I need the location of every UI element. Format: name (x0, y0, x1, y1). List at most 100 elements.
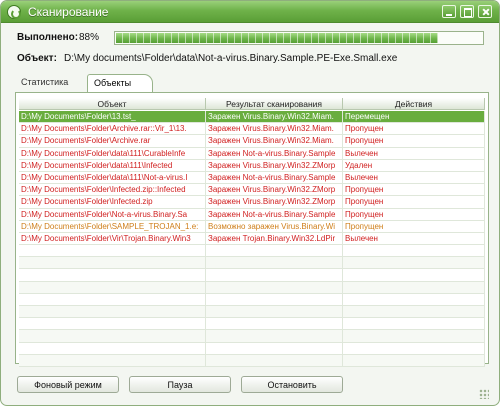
table-row[interactable]: D:\My Documents\Folder\data\111\Not-a-vi… (19, 171, 485, 185)
empty-cell (19, 257, 206, 269)
empty-cell (19, 281, 206, 293)
empty-cell (206, 306, 343, 318)
cell-result: Возможно заражен Virus.Binary.Wi (206, 220, 343, 232)
maximize-icon[interactable] (460, 5, 474, 18)
cell-action: Пропущен (343, 208, 485, 220)
empty-table-row (19, 306, 485, 319)
cell-action: Пропущен (343, 220, 485, 232)
cell-result: Заражен Not-a-virus.Binary.Sample (206, 208, 343, 220)
empty-cell (19, 342, 206, 354)
progress-value: 88% (79, 32, 100, 43)
column-header-object[interactable]: Объект (19, 98, 206, 109)
cell-action: Перемещен (343, 111, 485, 123)
column-header-action[interactable]: Действия (343, 98, 485, 109)
cell-object: D:\My Documents\Folder\data\111\Not-a-vi… (19, 171, 206, 184)
empty-cell (19, 269, 206, 281)
cell-action: Вылечен (343, 171, 485, 184)
cell-result: Заражен Virus.Binary.Win32.Miam. (206, 123, 343, 135)
cell-object: D:\My Documents\Folder\Not-a-virus.Binar… (19, 208, 206, 220)
cell-action: Пропущен (343, 196, 485, 208)
scan-window: Сканирование Выполнено: 88% Объект: D:\M… (0, 0, 500, 406)
app-logo-icon (7, 5, 21, 19)
table-row[interactable]: D:\My Documents\Folder\Archive.rar::Vir_… (19, 123, 485, 136)
cell-object: D:\My Documents\Folder\Archive.rar (19, 135, 206, 147)
cell-object: D:\My Documents\Folder\data\111\CurableI… (19, 147, 206, 159)
tab-statistics[interactable]: Статистика (15, 74, 85, 92)
empty-cell (19, 330, 206, 342)
empty-table-row (19, 269, 485, 282)
empty-cell (343, 318, 485, 330)
empty-cell (206, 293, 343, 305)
table-row[interactable]: D:\My Documents\Folder\Archive.rar Зараже… (19, 135, 485, 148)
table-body: D:\My Documents\Folder\13.tst_ Заражен Vi… (19, 111, 485, 367)
cell-object: D:\My Documents\Folder\data\111\Infected (19, 159, 206, 171)
empty-cell (206, 257, 343, 269)
cell-result: Заражен Virus.Binary.Win32.ZMorp (206, 196, 343, 208)
table-row[interactable]: D:\My Documents\Folder\Infected.zip::Inf… (19, 184, 485, 197)
empty-cell (343, 306, 485, 318)
empty-table-row (19, 318, 485, 331)
empty-cell (343, 293, 485, 305)
cell-object: D:\My Documents\Folder\Infected.zip (19, 196, 206, 208)
empty-table-row (19, 245, 485, 258)
cell-result: Заражен Not-a-virus.Binary.Sample (206, 147, 343, 159)
empty-table-row (19, 257, 485, 270)
cell-result: Заражен Virus.Binary.Win32.Miam. (206, 111, 343, 123)
current-object-path: D:\My documents\Folder\data\Not-a-virus.… (64, 53, 398, 64)
cell-object: D:\My Documents\Folder\Vir\Trojan.Binary… (19, 232, 206, 245)
empty-table-row (19, 354, 485, 367)
empty-cell (343, 281, 485, 293)
table-header: Объект Результат сканирования Действия (19, 98, 485, 110)
empty-cell (343, 257, 485, 269)
background-mode-button[interactable]: Фоновый режим (17, 376, 119, 393)
empty-cell (343, 245, 485, 257)
window-title: Сканирование (28, 5, 109, 19)
cell-object: D:\My Documents\Folder\SAMPLE_TROJAN_1.e… (19, 220, 206, 232)
cell-result: Заражен Not-a-virus.Binary.Sample (206, 171, 343, 184)
table-row[interactable]: D:\My Documents\Folder\data\111\Infected… (19, 159, 485, 172)
cell-action: Вылечен (343, 232, 485, 245)
title-bar[interactable]: Сканирование (1, 1, 499, 23)
cell-result: Заражен Virus.Binary.Win32.ZMorp (206, 184, 343, 196)
close-icon[interactable] (478, 5, 492, 18)
cell-result: Заражен Trojan.Binary.Win32.LdPir (206, 232, 343, 245)
empty-cell (343, 330, 485, 342)
empty-cell (343, 354, 485, 366)
empty-cell (206, 281, 343, 293)
empty-cell (19, 318, 206, 330)
tab-objects[interactable]: Объекты (87, 74, 153, 93)
empty-table-row (19, 342, 485, 355)
progress-fill (116, 33, 438, 43)
stop-button[interactable]: Остановить (241, 376, 343, 393)
empty-cell (206, 354, 343, 366)
empty-cell (19, 306, 206, 318)
empty-cell (206, 330, 343, 342)
cell-action: Вылечен (343, 147, 485, 159)
cell-object: D:\My Documents\Folder\Archive.rar::Vir_… (19, 123, 206, 135)
resize-grip-icon[interactable] (479, 389, 489, 399)
empty-cell (19, 245, 206, 257)
progress-bar (114, 31, 484, 45)
empty-table-row (19, 330, 485, 343)
cell-action: Пропущен (343, 135, 485, 147)
table-row[interactable]: D:\My Documents\Folder\SAMPLE_TROJAN_1.e… (19, 220, 485, 233)
current-object-label: Объект: (17, 53, 57, 64)
objects-table: Объект Результат сканирования Действия D… (15, 92, 489, 367)
pause-button[interactable]: Пауза (129, 376, 231, 393)
cell-action: Пропущен (343, 123, 485, 135)
table-row[interactable]: D:\My Documents\Folder\Vir\Trojan.Binary… (19, 232, 485, 246)
table-row[interactable]: D:\My Documents\Folder\13.tst_ Заражен Vi… (19, 111, 485, 124)
minimize-icon[interactable] (442, 5, 456, 18)
cell-result: Заражен Virus.Binary.Win32.Miam. (206, 135, 343, 147)
table-row[interactable]: D:\My Documents\Folder\Infected.zip Зараж… (19, 196, 485, 209)
cell-action: Пропущен (343, 184, 485, 196)
empty-cell (206, 245, 343, 257)
empty-table-row (19, 281, 485, 294)
cell-object: D:\My Documents\Folder\Infected.zip::Inf… (19, 184, 206, 196)
empty-cell (206, 342, 343, 354)
column-header-result[interactable]: Результат сканирования (206, 98, 343, 109)
table-row[interactable]: D:\My Documents\Folder\data\111\CurableI… (19, 147, 485, 160)
cell-action: Удален (343, 159, 485, 171)
cell-result: Заражен Virus.Binary.Win32.ZMorp (206, 159, 343, 171)
table-row[interactable]: D:\My Documents\Folder\Not-a-virus.Binar… (19, 208, 485, 221)
